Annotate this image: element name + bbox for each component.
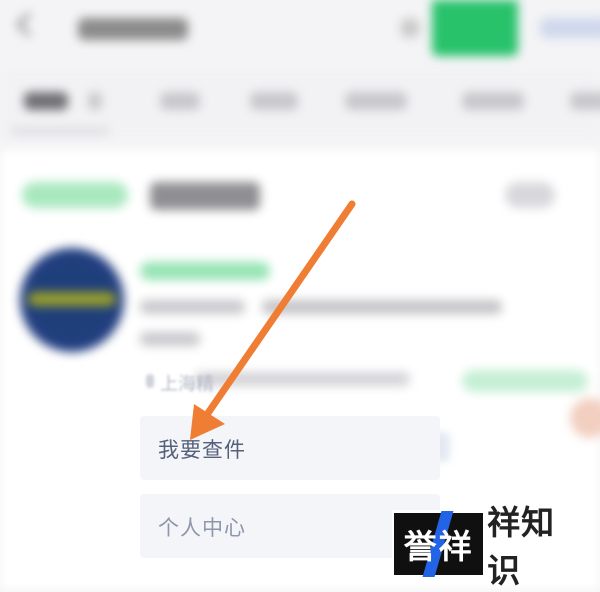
address-text — [195, 372, 410, 386]
watermark-right-text: 祥知识 — [487, 504, 556, 589]
info-text-3 — [140, 332, 200, 346]
header-link[interactable] — [540, 18, 600, 38]
tab-active[interactable] — [24, 92, 68, 110]
tab-6[interactable] — [570, 92, 600, 110]
section-title — [150, 182, 260, 210]
status-badge — [22, 182, 128, 208]
info-text-1 — [140, 300, 245, 314]
tab-4[interactable] — [345, 92, 407, 110]
watermark-left-block: 誉祥 — [394, 511, 484, 577]
location-text: 上海精 — [160, 374, 214, 394]
menu-item-label: 我要查件 — [158, 439, 246, 462]
tab-3[interactable] — [250, 92, 298, 110]
avatar-logo-text — [28, 292, 116, 306]
search-icon[interactable] — [400, 18, 420, 38]
green-tag — [140, 262, 270, 280]
page-title — [78, 18, 188, 40]
green-action-pill[interactable] — [462, 370, 588, 392]
menu-item-track-package[interactable]: 我要查件 — [140, 416, 440, 480]
more-button[interactable] — [505, 182, 555, 208]
tab-indicator — [10, 128, 110, 134]
watermark-logo: 誉祥 祥知识 — [392, 504, 586, 589]
green-action-button[interactable] — [432, 0, 518, 56]
info-text-2 — [262, 300, 502, 314]
tab-5[interactable] — [462, 92, 524, 110]
watermark-left-text: 誉祥 — [403, 528, 474, 565]
location-pin-icon — [146, 374, 154, 388]
back-arrow-icon[interactable] — [16, 12, 41, 37]
tab-2[interactable] — [160, 92, 200, 110]
menu-item-label: 个人中心 — [158, 517, 246, 540]
tab-dropdown-icon[interactable] — [88, 92, 102, 110]
